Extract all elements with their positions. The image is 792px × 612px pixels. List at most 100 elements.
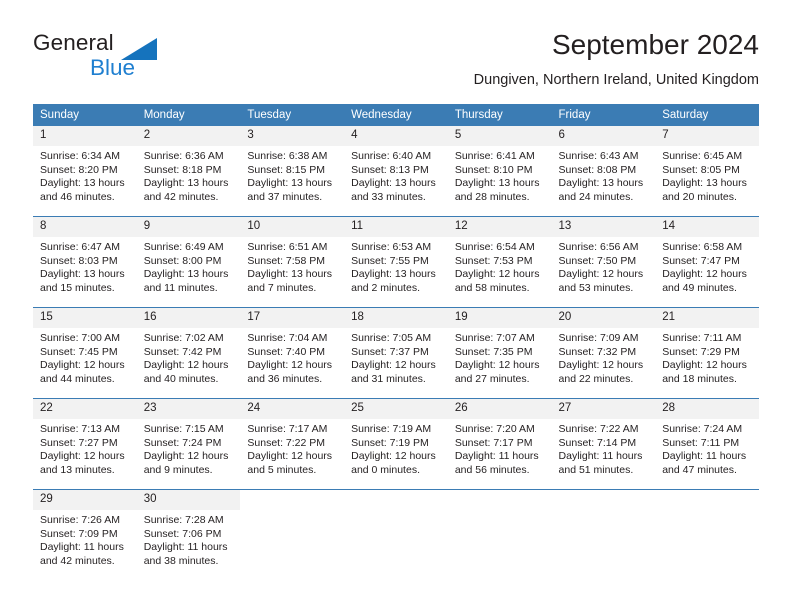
daylight-duration-line1: Daylight: 12 hours bbox=[558, 268, 644, 281]
sunset-time: Sunset: 8:10 PM bbox=[454, 163, 533, 176]
sunrise-time: Sunrise: 7:05 AM bbox=[351, 332, 432, 344]
sunrise-time: Sunrise: 7:22 AM bbox=[558, 423, 639, 435]
calendar-day-cell[interactable]: 4 Sunrise: 6:40 AM Sunset: 8:13 PM Daylight… bbox=[344, 126, 448, 217]
day-details: Sunrise: 6:41 AM Sunset: 8:10 PM Daylight:… bbox=[448, 146, 552, 204]
generalblue-logo[interactable]: General Blue bbox=[33, 30, 253, 86]
weekday-header-friday: Friday bbox=[551, 104, 656, 126]
calendar-day-cell[interactable]: 21 Sunrise: 7:11 AM Sunset: 7:29 PM Dayligh… bbox=[655, 307, 759, 399]
calendar-day-cell[interactable]: 9 Sunrise: 6:49 AM Sunset: 8:00 PM Daylight… bbox=[136, 216, 241, 308]
calendar-cell-empty bbox=[240, 489, 345, 580]
day-cell-inner bbox=[551, 490, 656, 580]
sunrise-time: Sunrise: 6:45 AM bbox=[662, 150, 743, 162]
calendar-day-cell[interactable]: 18 Sunrise: 7:05 AM Sunset: 7:37 PM Dayligh… bbox=[344, 307, 448, 399]
calendar-day-cell[interactable]: 28 Sunrise: 7:24 AM Sunset: 7:11 PM Dayligh… bbox=[655, 398, 759, 490]
day-details: Sunrise: 6:43 AM Sunset: 8:08 PM Daylight:… bbox=[552, 146, 656, 204]
daylight-duration-line2: and 11 minutes. bbox=[143, 281, 218, 294]
sunrise-time: Sunrise: 7:24 AM bbox=[662, 423, 743, 435]
calendar-day-cell[interactable]: 17 Sunrise: 7:04 AM Sunset: 7:40 PM Dayligh… bbox=[240, 307, 345, 399]
daylight-duration-line1: Daylight: 12 hours bbox=[247, 359, 333, 372]
day-details: Sunrise: 6:38 AM Sunset: 8:15 PM Daylight:… bbox=[240, 146, 344, 204]
sunset-time: Sunset: 7:55 PM bbox=[351, 254, 429, 267]
day-details: Sunrise: 7:28 AM Sunset: 7:06 PM Daylight:… bbox=[137, 510, 241, 568]
day-cell-inner bbox=[240, 490, 345, 580]
calendar-day-cell[interactable]: 22 Sunrise: 7:13 AM Sunset: 7:27 PM Dayligh… bbox=[33, 398, 137, 490]
day-cell-inner: 1 Sunrise: 6:34 AM Sunset: 8:20 PM Daylight… bbox=[33, 126, 137, 216]
sunset-time: Sunset: 7:35 PM bbox=[454, 345, 533, 358]
sunrise-time: Sunrise: 7:13 AM bbox=[40, 423, 120, 435]
sunset-time: Sunset: 8:20 PM bbox=[40, 163, 118, 176]
day-cell-inner: 10 Sunrise: 6:51 AM Sunset: 7:58 PM Dayligh… bbox=[240, 217, 345, 307]
calendar-day-cell[interactable]: 2 Sunrise: 6:36 AM Sunset: 8:18 PM Daylight… bbox=[136, 126, 241, 217]
sunrise-time: Sunrise: 6:41 AM bbox=[454, 150, 535, 162]
day-cell-inner: 7 Sunrise: 6:45 AM Sunset: 8:05 PM Daylight… bbox=[655, 126, 759, 216]
daylight-duration-line2: and 31 minutes. bbox=[351, 372, 426, 385]
day-number: 10 bbox=[240, 217, 345, 237]
calendar-day-cell[interactable]: 1 Sunrise: 6:34 AM Sunset: 8:20 PM Daylight… bbox=[33, 126, 137, 217]
daylight-duration-line2: and 42 minutes. bbox=[40, 554, 115, 567]
day-number bbox=[655, 490, 759, 510]
calendar-day-cell[interactable]: 19 Sunrise: 7:07 AM Sunset: 7:35 PM Dayligh… bbox=[447, 307, 552, 399]
sunset-time: Sunset: 8:03 PM bbox=[40, 254, 118, 267]
calendar-day-cell[interactable]: 30 Sunrise: 7:28 AM Sunset: 7:06 PM Dayligh… bbox=[136, 489, 241, 580]
day-number: 5 bbox=[447, 126, 552, 146]
sunrise-time: Sunrise: 6:38 AM bbox=[247, 150, 328, 162]
day-details: Sunrise: 7:22 AM Sunset: 7:14 PM Daylight:… bbox=[552, 419, 656, 477]
calendar-day-cell[interactable]: 24 Sunrise: 7:17 AM Sunset: 7:22 PM Dayligh… bbox=[240, 398, 345, 490]
daylight-duration-line1: Daylight: 13 hours bbox=[662, 177, 747, 190]
calendar-day-cell[interactable]: 14 Sunrise: 6:58 AM Sunset: 7:47 PM Dayligh… bbox=[655, 216, 759, 308]
calendar-day-cell[interactable]: 16 Sunrise: 7:02 AM Sunset: 7:42 PM Dayligh… bbox=[136, 307, 241, 399]
calendar-day-cell[interactable]: 6 Sunrise: 6:43 AM Sunset: 8:08 PM Daylight… bbox=[551, 126, 656, 217]
sunset-time: Sunset: 8:00 PM bbox=[143, 254, 222, 267]
calendar-day-cell[interactable]: 3 Sunrise: 6:38 AM Sunset: 8:15 PM Daylight… bbox=[240, 126, 345, 217]
calendar-day-cell[interactable]: 20 Sunrise: 7:09 AM Sunset: 7:32 PM Dayligh… bbox=[551, 307, 656, 399]
title-block: September 2024 Dungiven, Northern Irelan… bbox=[474, 28, 759, 89]
day-details: Sunrise: 6:56 AM Sunset: 7:50 PM Daylight:… bbox=[552, 237, 656, 295]
calendar-day-cell[interactable]: 11 Sunrise: 6:53 AM Sunset: 7:55 PM Dayligh… bbox=[344, 216, 448, 308]
sunrise-time: Sunrise: 7:07 AM bbox=[454, 332, 535, 344]
calendar-day-cell[interactable]: 8 Sunrise: 6:47 AM Sunset: 8:03 PM Daylight… bbox=[33, 216, 137, 308]
daylight-duration-line2: and 42 minutes. bbox=[143, 190, 219, 203]
calendar-week-row: 15 Sunrise: 7:00 AM Sunset: 7:45 PM Dayligh… bbox=[33, 307, 759, 399]
day-details: Sunrise: 7:05 AM Sunset: 7:37 PM Daylight:… bbox=[344, 328, 448, 386]
sunset-time: Sunset: 7:17 PM bbox=[454, 436, 533, 449]
sunrise-time: Sunrise: 7:19 AM bbox=[351, 423, 432, 435]
calendar-day-cell[interactable]: 29 Sunrise: 7:26 AM Sunset: 7:09 PM Dayligh… bbox=[33, 489, 137, 580]
sunrise-time: Sunrise: 7:02 AM bbox=[143, 332, 224, 344]
daylight-duration-line2: and 37 minutes. bbox=[247, 190, 323, 203]
day-cell-inner: 4 Sunrise: 6:40 AM Sunset: 8:13 PM Daylight… bbox=[344, 126, 448, 216]
day-details: Sunrise: 7:11 AM Sunset: 7:29 PM Daylight:… bbox=[655, 328, 759, 386]
sunset-time: Sunset: 7:09 PM bbox=[40, 527, 118, 540]
logo-text-blue: Blue bbox=[90, 55, 136, 80]
day-number: 21 bbox=[655, 308, 759, 328]
daylight-duration-line2: and 24 minutes. bbox=[558, 190, 634, 203]
daylight-duration-line2: and 13 minutes. bbox=[40, 463, 115, 476]
calendar-day-cell[interactable]: 15 Sunrise: 7:00 AM Sunset: 7:45 PM Dayligh… bbox=[33, 307, 137, 399]
calendar-day-cell[interactable]: 26 Sunrise: 7:20 AM Sunset: 7:17 PM Dayligh… bbox=[447, 398, 552, 490]
calendar-day-cell[interactable]: 7 Sunrise: 6:45 AM Sunset: 8:05 PM Daylight… bbox=[655, 126, 759, 217]
calendar-cell-empty bbox=[447, 489, 552, 580]
calendar-day-cell[interactable]: 12 Sunrise: 6:54 AM Sunset: 7:53 PM Dayligh… bbox=[447, 216, 552, 308]
daylight-duration-line2: and 20 minutes. bbox=[662, 190, 737, 203]
day-details: Sunrise: 7:00 AM Sunset: 7:45 PM Daylight:… bbox=[33, 328, 137, 386]
calendar-day-cell[interactable]: 10 Sunrise: 6:51 AM Sunset: 7:58 PM Dayligh… bbox=[240, 216, 345, 308]
sunrise-time: Sunrise: 6:58 AM bbox=[662, 241, 743, 253]
daylight-duration-line2: and 56 minutes. bbox=[454, 463, 530, 476]
day-cell-inner: 12 Sunrise: 6:54 AM Sunset: 7:53 PM Dayligh… bbox=[447, 217, 552, 307]
sunrise-time: Sunrise: 6:34 AM bbox=[40, 150, 120, 162]
calendar-day-cell[interactable]: 25 Sunrise: 7:19 AM Sunset: 7:19 PM Dayligh… bbox=[344, 398, 448, 490]
sunset-time: Sunset: 7:37 PM bbox=[351, 345, 429, 358]
day-number: 1 bbox=[33, 126, 137, 146]
day-details: Sunrise: 6:54 AM Sunset: 7:53 PM Daylight:… bbox=[448, 237, 552, 295]
day-number: 16 bbox=[136, 308, 241, 328]
calendar-week-row: 8 Sunrise: 6:47 AM Sunset: 8:03 PM Daylight… bbox=[33, 216, 759, 308]
daylight-duration-line2: and 7 minutes. bbox=[247, 281, 317, 294]
calendar-day-cell[interactable]: 27 Sunrise: 7:22 AM Sunset: 7:14 PM Dayligh… bbox=[551, 398, 656, 490]
page-header: General Blue September 2024 Dungiven, No… bbox=[0, 0, 792, 100]
day-number: 19 bbox=[447, 308, 552, 328]
day-cell-inner: 29 Sunrise: 7:26 AM Sunset: 7:09 PM Dayligh… bbox=[33, 490, 137, 580]
daylight-duration-line1: Daylight: 13 hours bbox=[143, 177, 229, 190]
calendar-day-cell[interactable]: 13 Sunrise: 6:56 AM Sunset: 7:50 PM Dayligh… bbox=[551, 216, 656, 308]
calendar-day-cell[interactable]: 5 Sunrise: 6:41 AM Sunset: 8:10 PM Daylight… bbox=[447, 126, 552, 217]
sunset-time: Sunset: 7:40 PM bbox=[247, 345, 326, 358]
calendar-day-cell[interactable]: 23 Sunrise: 7:15 AM Sunset: 7:24 PM Dayligh… bbox=[136, 398, 241, 490]
